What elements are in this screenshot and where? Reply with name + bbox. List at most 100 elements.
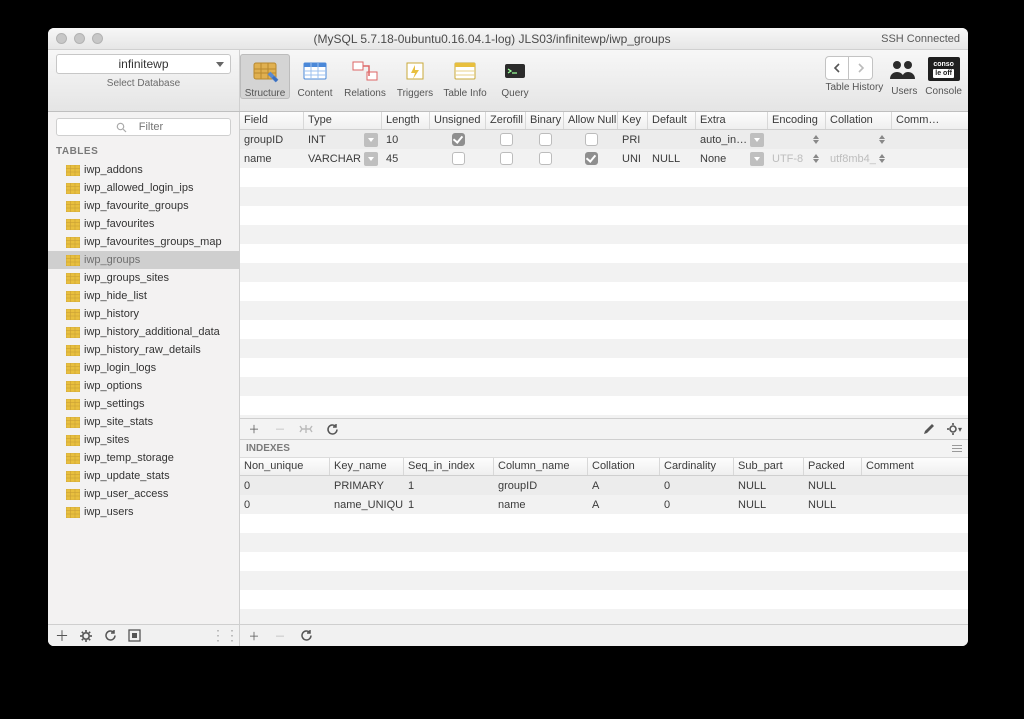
- column-header[interactable]: Collation: [826, 112, 892, 129]
- add-index-button[interactable]: ＋: [246, 628, 262, 644]
- tool-triggers[interactable]: Triggers: [390, 54, 440, 99]
- table-item[interactable]: iwp_groups_sites: [48, 269, 239, 287]
- field-encoding[interactable]: UTF-8: [768, 149, 826, 168]
- column-header[interactable]: Encoding: [768, 112, 826, 129]
- dropdown-arrow-icon[interactable]: [364, 133, 378, 147]
- field-comment[interactable]: [892, 149, 938, 168]
- field-default[interactable]: [648, 130, 696, 149]
- tool-structure[interactable]: Structure: [240, 54, 290, 99]
- table-item[interactable]: iwp_favourites: [48, 215, 239, 233]
- remove-index-button[interactable]: －: [272, 628, 288, 644]
- toggle-info-button[interactable]: [126, 628, 142, 644]
- checkbox[interactable]: [500, 133, 513, 146]
- field-length[interactable]: 10: [382, 130, 430, 149]
- dropdown-arrow-icon[interactable]: [750, 133, 764, 147]
- index-row[interactable]: 0name_UNIQUE1nameA0NULLNULL: [240, 495, 968, 514]
- checkbox[interactable]: [585, 133, 598, 146]
- column-header[interactable]: Type: [304, 112, 382, 129]
- users-icon[interactable]: [887, 54, 921, 84]
- checkbox[interactable]: [452, 152, 465, 165]
- database-select[interactable]: infinitewp: [56, 54, 231, 74]
- structure-row[interactable]: groupIDINT10PRIauto_in…: [240, 130, 968, 149]
- stepper-icon[interactable]: [810, 135, 822, 144]
- table-item[interactable]: iwp_temp_storage: [48, 449, 239, 467]
- field-name[interactable]: groupID: [240, 130, 304, 149]
- checkbox[interactable]: [539, 152, 552, 165]
- checkbox[interactable]: [500, 152, 513, 165]
- field-collation[interactable]: [826, 130, 892, 149]
- table-item[interactable]: iwp_sites: [48, 431, 239, 449]
- table-item[interactable]: iwp_history: [48, 305, 239, 323]
- structure-empty-area[interactable]: [240, 168, 968, 418]
- column-header[interactable]: Default: [648, 112, 696, 129]
- table-history-forward-button[interactable]: [849, 56, 873, 80]
- edit-button[interactable]: [920, 421, 936, 437]
- index-column-header[interactable]: Cardinality: [660, 458, 734, 475]
- table-item[interactable]: iwp_groups: [48, 251, 239, 269]
- refresh-tables-button[interactable]: [102, 628, 118, 644]
- sidebar-resize-handle[interactable]: ⋮⋮: [217, 628, 233, 644]
- structure-row[interactable]: nameVARCHAR45UNINULLNoneUTF-8utf8mb4_: [240, 149, 968, 168]
- column-header[interactable]: Allow Null: [564, 112, 618, 129]
- zoom-window-button[interactable]: [92, 33, 103, 44]
- table-item[interactable]: iwp_users: [48, 503, 239, 521]
- column-header[interactable]: Key: [618, 112, 648, 129]
- field-length[interactable]: 45: [382, 149, 430, 168]
- column-header[interactable]: Extra: [696, 112, 768, 129]
- tool-content[interactable]: Content: [290, 54, 340, 99]
- column-header[interactable]: Zerofill: [486, 112, 526, 129]
- index-column-header[interactable]: Packed: [804, 458, 862, 475]
- index-column-header[interactable]: Column_name: [494, 458, 588, 475]
- indexes-empty-area[interactable]: [240, 514, 968, 624]
- table-filter[interactable]: [56, 118, 231, 136]
- add-table-button[interactable]: ＋: [54, 628, 70, 644]
- stepper-icon[interactable]: [810, 154, 822, 163]
- refresh-indexes-button[interactable]: [298, 628, 314, 644]
- duplicate-field-button[interactable]: [298, 421, 314, 437]
- refresh-structure-button[interactable]: [324, 421, 340, 437]
- table-item[interactable]: iwp_login_logs: [48, 359, 239, 377]
- table-history-back-button[interactable]: [825, 56, 849, 80]
- field-comment[interactable]: [892, 130, 938, 149]
- table-item[interactable]: iwp_update_stats: [48, 467, 239, 485]
- minimize-window-button[interactable]: [74, 33, 85, 44]
- table-item[interactable]: iwp_user_access: [48, 485, 239, 503]
- field-type[interactable]: INT: [304, 130, 382, 149]
- index-column-header[interactable]: Non_unique: [240, 458, 330, 475]
- checkbox[interactable]: [539, 133, 552, 146]
- stepper-icon[interactable]: [876, 154, 888, 163]
- column-header[interactable]: Length: [382, 112, 430, 129]
- indexes-drag-handle[interactable]: [952, 445, 962, 452]
- field-name[interactable]: name: [240, 149, 304, 168]
- close-window-button[interactable]: [56, 33, 67, 44]
- table-item[interactable]: iwp_site_stats: [48, 413, 239, 431]
- table-item[interactable]: iwp_favourites_groups_map: [48, 233, 239, 251]
- column-header[interactable]: Binary: [526, 112, 564, 129]
- field-extra[interactable]: None: [696, 149, 768, 168]
- settings-button[interactable]: ▾: [946, 421, 962, 437]
- dropdown-arrow-icon[interactable]: [364, 152, 378, 166]
- column-header[interactable]: Field: [240, 112, 304, 129]
- field-collation[interactable]: utf8mb4_: [826, 149, 892, 168]
- field-default[interactable]: NULL: [648, 149, 696, 168]
- table-item[interactable]: iwp_history_additional_data: [48, 323, 239, 341]
- field-extra[interactable]: auto_in…: [696, 130, 768, 149]
- add-field-button[interactable]: ＋: [246, 421, 262, 437]
- index-column-header[interactable]: Seq_in_index: [404, 458, 494, 475]
- column-header[interactable]: Unsigned: [430, 112, 486, 129]
- table-filter-input[interactable]: [131, 121, 171, 133]
- index-column-header[interactable]: Sub_part: [734, 458, 804, 475]
- table-item[interactable]: iwp_settings: [48, 395, 239, 413]
- table-item[interactable]: iwp_options: [48, 377, 239, 395]
- console-icon[interactable]: conso le off: [927, 54, 961, 84]
- index-column-header[interactable]: Comment: [862, 458, 942, 475]
- column-header[interactable]: Comm…: [892, 112, 938, 129]
- field-type[interactable]: VARCHAR: [304, 149, 382, 168]
- tool-relations[interactable]: Relations: [340, 54, 390, 99]
- table-item[interactable]: iwp_addons: [48, 161, 239, 179]
- stepper-icon[interactable]: [876, 135, 888, 144]
- table-actions-button[interactable]: [78, 628, 94, 644]
- checkbox[interactable]: [585, 152, 598, 165]
- dropdown-arrow-icon[interactable]: [750, 152, 764, 166]
- tool-table-info[interactable]: Table Info: [440, 54, 490, 99]
